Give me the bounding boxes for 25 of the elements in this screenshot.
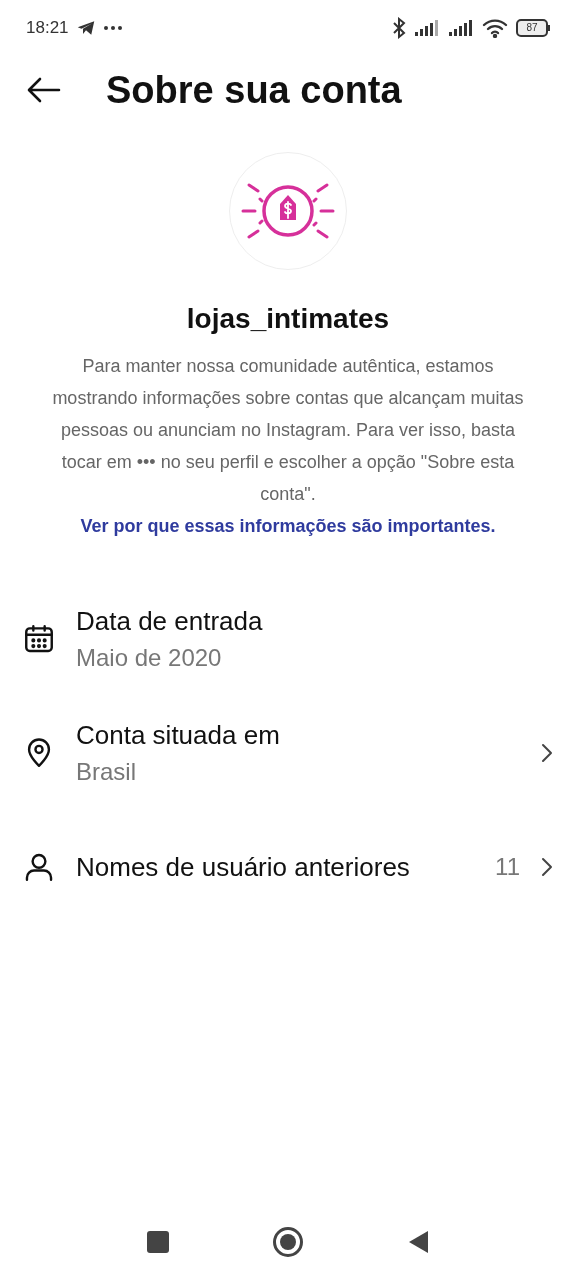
page-title: Sobre sua conta xyxy=(106,71,402,109)
back-arrow-icon xyxy=(26,76,62,104)
recents-button[interactable] xyxy=(147,1231,169,1253)
signal-icon xyxy=(448,19,474,37)
info-value: Brasil xyxy=(76,757,137,788)
triangle-back-icon xyxy=(407,1230,429,1254)
chevron-right-icon xyxy=(540,742,554,764)
wifi-icon xyxy=(482,18,508,38)
info-title: Data de entrada xyxy=(76,604,264,638)
username: lojas_intimates xyxy=(186,302,390,336)
battery-level: 87 xyxy=(526,23,538,33)
info-title: Conta situada em xyxy=(76,718,281,752)
signal-icon xyxy=(414,19,440,37)
more-icon xyxy=(102,25,123,31)
bluetooth-icon xyxy=(392,17,406,39)
chevron-right-icon xyxy=(540,856,554,878)
learn-more-link[interactable]: Ver por que essas informações são importantes. xyxy=(48,510,528,542)
account-info-description: Para manter nossa comunidade autêntica, estamos mostrando informações sobre contas que alcançam muitas pessoas ou anunciam no Instagram. Para ver isso, basta tocar em ••• no seu perfil e escolher a opção "Sobre esta conta". xyxy=(51,355,525,506)
home-button[interactable] xyxy=(273,1227,303,1257)
info-value: Maio de 2020 xyxy=(76,643,223,674)
info-title: Nomes de usuário anteriores xyxy=(76,850,411,884)
paper-plane-icon xyxy=(76,20,95,36)
username-count: 11 xyxy=(495,852,520,882)
status-time: 18:21 xyxy=(26,17,69,40)
back-nav-button[interactable] xyxy=(407,1230,429,1254)
